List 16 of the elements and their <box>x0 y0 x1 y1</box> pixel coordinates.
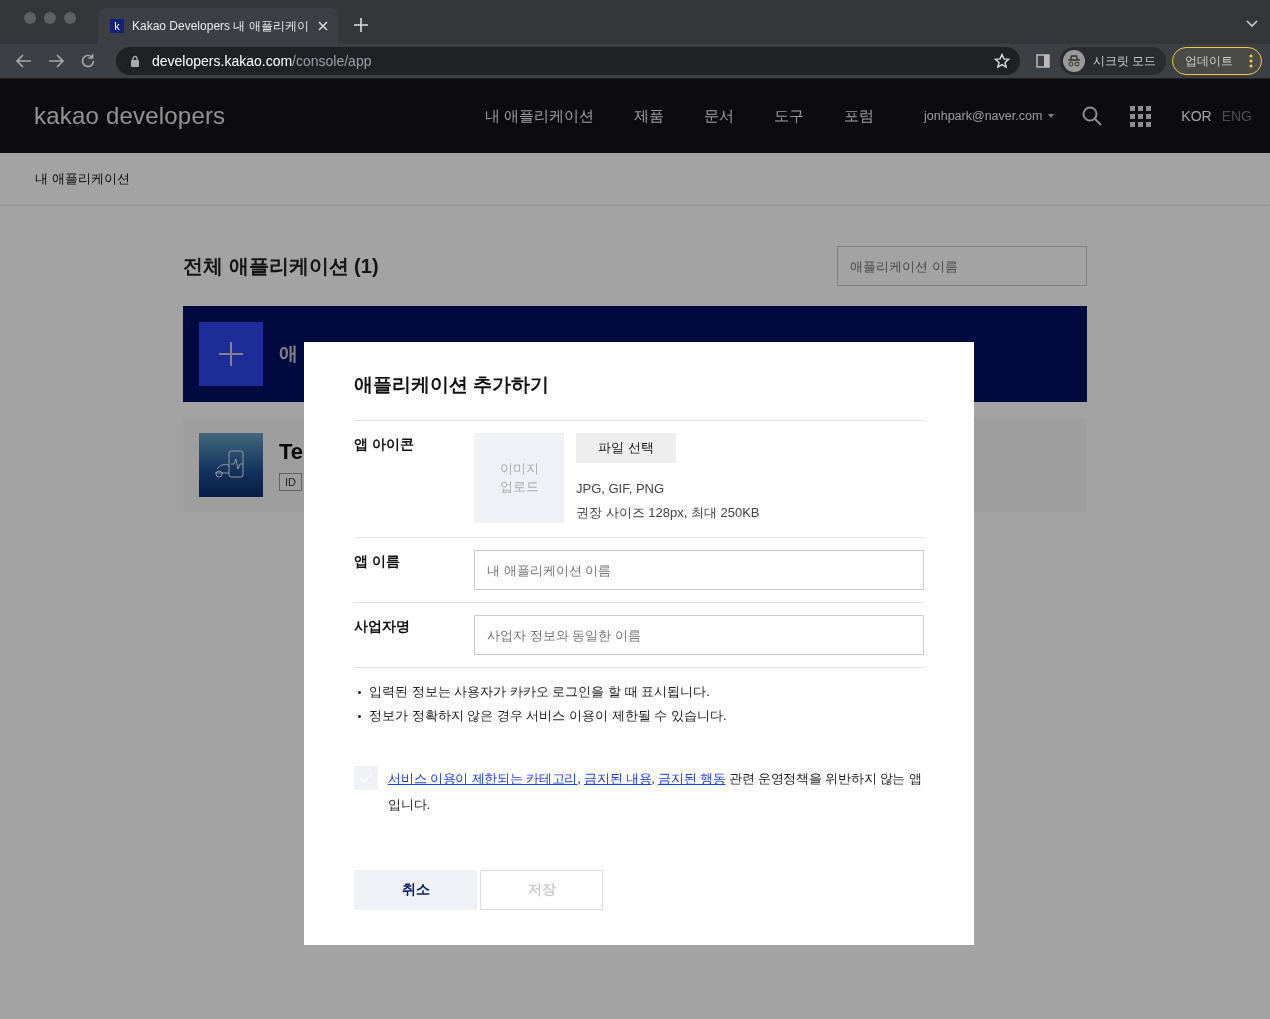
dialog-title: 애플리케이션 추가하기 <box>354 372 924 421</box>
url-text: developers.kakao.com/console/app <box>152 53 372 69</box>
id-badge: ID <box>279 473 302 491</box>
note-text: 정보가 정확하지 않은 경우 서비스 이용이 제한될 수 있습니다. <box>369 707 727 725</box>
page-title: 전체 애플리케이션 (1) <box>183 253 379 279</box>
favicon: k <box>110 19 124 33</box>
field-label: 사업자명 <box>354 618 411 636</box>
tab-title: Kakao Developers 내 애플리케이 <box>132 17 310 35</box>
app-name: Te <box>279 439 304 465</box>
note-text: 입력된 정보는 사용자가 카카오 로그인을 할 때 표시됩니다. <box>369 683 710 701</box>
field-label: 앱 이름 <box>354 553 401 571</box>
hint-text: JPG, GIF, PNG <box>576 480 665 498</box>
field-label: 앱 아이콘 <box>354 436 415 454</box>
banner-text: 애 <box>279 342 298 366</box>
agreement-text: 서비스 이용이 제한되는 카테고리, 금지된 내용, 금지된 행동 관련 운영정책을 위반하지 않는 앱입니다. <box>388 770 923 814</box>
hint-text: 권장 사이즈 128px, 최대 250KB <box>576 504 760 522</box>
